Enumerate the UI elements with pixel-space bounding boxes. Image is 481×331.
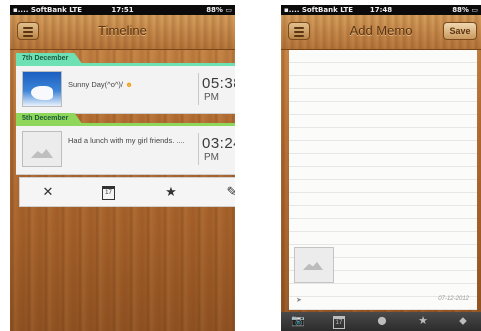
timeline-entry[interactable]: Sunny Day(^o^)/ ☻ 05:38 PM (16, 66, 235, 114)
carrier-label: ▪.... SoftBank LTE (284, 6, 354, 14)
clock: 17:48 (369, 6, 393, 14)
carrier-label: ▪.... SoftBank LTE (13, 6, 83, 14)
status-bar: ▪.... SoftBank LTE 17:48 88% ▭ (281, 5, 481, 15)
image-placeholder-icon[interactable] (22, 131, 62, 167)
battery-indicator: 88% ▭ (206, 6, 232, 14)
entry-text: Had a lunch with my girl friends. .... (68, 136, 185, 145)
battery-indicator: 88% ▭ (452, 6, 478, 14)
star-icon[interactable]: ★ (416, 314, 430, 328)
entry-ampm: PM (204, 92, 219, 103)
star-icon[interactable]: ★ (163, 184, 179, 200)
camera-icon[interactable]: 📷 (291, 314, 305, 328)
entry-time: 03:24 (202, 135, 235, 152)
calendar-icon[interactable]: 17 (102, 186, 115, 200)
image-placeholder-icon[interactable] (294, 247, 334, 283)
add-memo-screen: ▪.... SoftBank LTE 17:48 88% ▭ Add Memo … (281, 5, 481, 331)
calendar-icon[interactable]: 17 (333, 316, 345, 329)
memo-bottom-toolbar: 📷 17 ⬤ ★ ⬥ (281, 312, 481, 331)
memo-date: 07-12-2012 (438, 296, 469, 302)
save-button[interactable]: Save (443, 22, 477, 40)
clock: 17:51 (111, 6, 134, 14)
entry-text: Sunny Day(^o^)/ (68, 80, 123, 89)
timeline-screen: ▪.... SoftBank LTE 17:51 88% ▭ Timeline … (10, 5, 235, 331)
location-pin-icon[interactable]: ⬤ (375, 314, 389, 328)
emoji-icon: ☻ (125, 80, 133, 89)
status-bar: ▪.... SoftBank LTE 17:51 88% ▭ (10, 5, 235, 15)
page-title: Timeline (98, 23, 147, 38)
entry-action-toolbar: ✕ 17 ★ ✎ (19, 177, 235, 207)
tag-icon[interactable]: ⬥ (456, 314, 470, 328)
navigation-bar: Timeline (10, 15, 235, 50)
location-arrow-icon[interactable]: ➤ (296, 296, 302, 304)
edit-pencil-icon[interactable]: ✎ (224, 184, 235, 200)
entry-ampm: PM (204, 152, 219, 163)
entry-time: 05:38 (202, 75, 235, 92)
navigation-bar: Add Memo Save (281, 15, 481, 50)
timeline-entry[interactable]: Had a lunch with my girl friends. .... 0… (16, 126, 235, 175)
photo-thumbnail[interactable] (22, 71, 62, 107)
delete-icon[interactable]: ✕ (40, 184, 56, 200)
